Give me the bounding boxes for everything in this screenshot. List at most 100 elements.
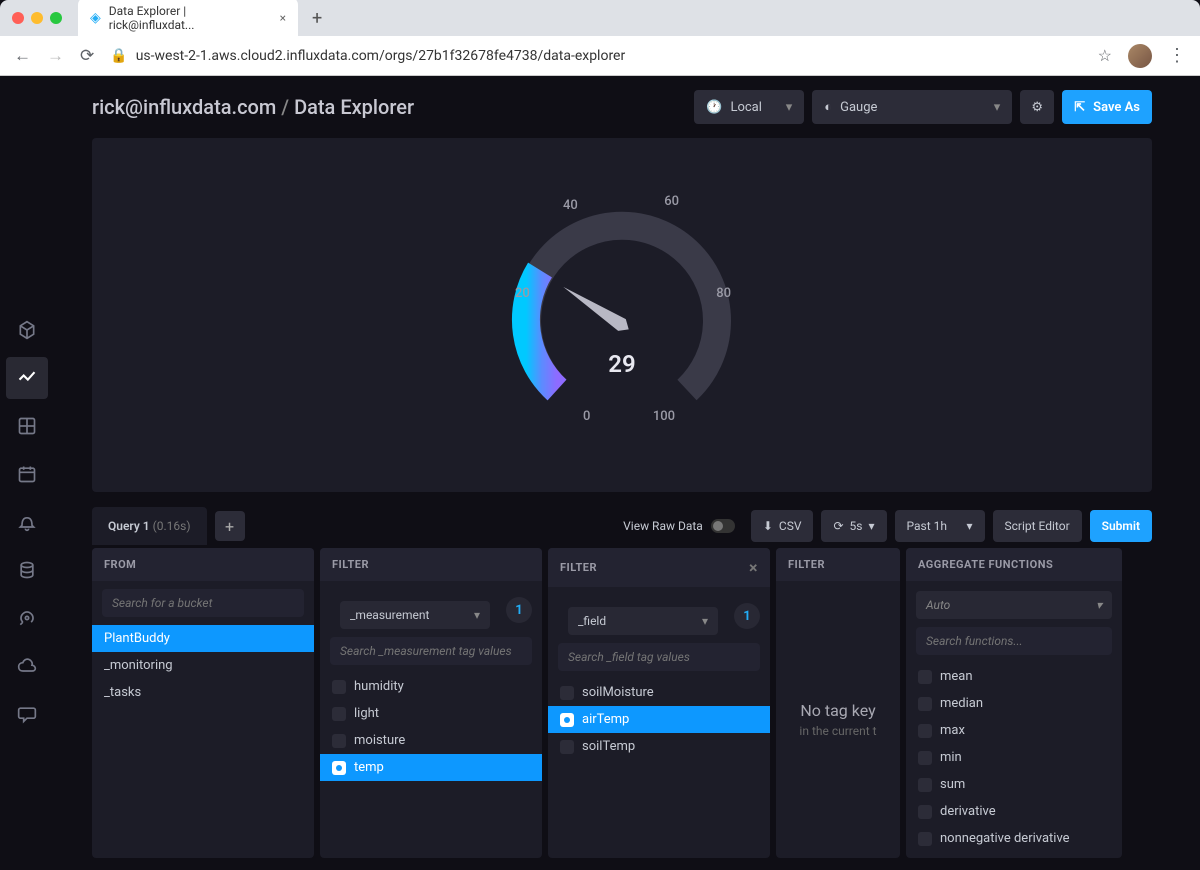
- tag-value-item[interactable]: soilTemp: [548, 733, 770, 760]
- nav-load-data-icon[interactable]: [6, 549, 48, 591]
- window-controls: [12, 12, 62, 24]
- reload-icon[interactable]: ⟳: [80, 46, 94, 66]
- query-tab[interactable]: Query 1 (0.16s): [92, 507, 207, 545]
- tag-value-list: humidity light moisture temp: [320, 671, 542, 783]
- view-raw-data-toggle[interactable]: View Raw Data: [623, 519, 735, 533]
- script-editor-button[interactable]: Script Editor: [993, 510, 1082, 542]
- function-item[interactable]: min: [906, 744, 1122, 771]
- empty-subtitle: in the current t: [799, 724, 876, 738]
- page-header: rick@influxdata.com / Data Explorer 🕐 Lo…: [92, 90, 1152, 124]
- toggle-icon: [711, 519, 735, 533]
- checkbox-icon: [918, 724, 932, 738]
- nav-settings-icon[interactable]: [6, 597, 48, 639]
- bucket-item[interactable]: _monitoring: [92, 652, 314, 679]
- tag-value-item[interactable]: humidity: [320, 673, 542, 700]
- function-item[interactable]: mean: [906, 663, 1122, 690]
- minimize-window-icon[interactable]: [31, 12, 43, 24]
- checkbox-icon: [332, 734, 346, 748]
- function-search-input[interactable]: [916, 627, 1112, 655]
- nav-home-icon[interactable]: [6, 309, 48, 351]
- viz-type-dropdown[interactable]: ◐ Gauge ▾: [812, 90, 1012, 124]
- csv-label: CSV: [779, 519, 802, 533]
- gear-icon: ⚙: [1031, 100, 1043, 115]
- browser-chrome: ◈ Data Explorer | rick@influxdat... × + …: [0, 0, 1200, 76]
- selection-count-badge: 1: [506, 597, 532, 623]
- profile-avatar[interactable]: [1128, 44, 1152, 68]
- refresh-dropdown[interactable]: ⟳ 5s ▾: [821, 510, 886, 542]
- nav-alerts-icon[interactable]: [6, 501, 48, 543]
- maximize-window-icon[interactable]: [50, 12, 62, 24]
- checkbox-icon: [918, 670, 932, 684]
- checkbox-icon: [332, 707, 346, 721]
- add-query-button[interactable]: +: [215, 511, 245, 541]
- nav-dashboards-icon[interactable]: [6, 405, 48, 447]
- selection-count-badge: 1: [734, 603, 760, 629]
- chevron-down-icon: ▾: [1096, 598, 1102, 612]
- gauge-chart: 0 20 40 60 80 100 29: [487, 180, 757, 450]
- checkbox-icon: [918, 832, 932, 846]
- visualization-panel: 0 20 40 60 80 100 29: [92, 138, 1152, 492]
- tag-key-dropdown[interactable]: _measurement ▾: [340, 601, 490, 629]
- tag-key-dropdown[interactable]: _field ▾: [568, 607, 718, 635]
- viz-type-label: Gauge: [840, 100, 877, 115]
- bucket-item[interactable]: _tasks: [92, 679, 314, 706]
- nav-feedback-icon[interactable]: [6, 693, 48, 735]
- function-item[interactable]: max: [906, 717, 1122, 744]
- tag-value-item[interactable]: light: [320, 700, 542, 727]
- tag-value-item[interactable]: temp: [320, 754, 542, 781]
- function-item[interactable]: derivative: [906, 798, 1122, 825]
- save-as-button[interactable]: ⇱ Save As: [1062, 90, 1152, 124]
- csv-button[interactable]: ⬇ CSV: [751, 510, 814, 542]
- function-list: mean median max min sum derivative nonne…: [906, 661, 1122, 854]
- refresh-label: 5s: [850, 519, 863, 533]
- gauge-tick-100: 100: [653, 409, 675, 424]
- tab-title: Data Explorer | rick@influxdat...: [109, 4, 272, 32]
- tag-value-item[interactable]: soilMoisture: [548, 679, 770, 706]
- checkbox-icon: [560, 740, 574, 754]
- script-editor-label: Script Editor: [1005, 519, 1070, 533]
- gauge-value: 29: [608, 350, 635, 378]
- refresh-icon: ⟳: [833, 519, 843, 533]
- bucket-list: PlantBuddy _monitoring _tasks: [92, 623, 314, 708]
- nav-data-explorer-icon[interactable]: [6, 357, 48, 399]
- gauge-tick-0: 0: [583, 409, 590, 424]
- tag-value-item[interactable]: moisture: [320, 727, 542, 754]
- address-bar: ← → ⟳ 🔒 us-west-2-1.aws.cloud2.influxdat…: [0, 36, 1200, 76]
- remove-filter-icon[interactable]: ×: [749, 558, 758, 577]
- close-window-icon[interactable]: [12, 12, 24, 24]
- breadcrumb-org[interactable]: rick@influxdata.com: [92, 95, 276, 119]
- bucket-item[interactable]: PlantBuddy: [92, 625, 314, 652]
- menu-icon[interactable]: ⋮: [1168, 45, 1186, 66]
- browser-tab[interactable]: ◈ Data Explorer | rick@influxdat... ×: [78, 0, 298, 39]
- bucket-search-input[interactable]: [102, 589, 304, 617]
- tag-value-item[interactable]: airTemp: [548, 706, 770, 733]
- function-item[interactable]: sum: [906, 771, 1122, 798]
- from-header: FROM: [92, 548, 314, 581]
- function-item[interactable]: median: [906, 690, 1122, 717]
- filter-header: FILTER: [320, 548, 542, 581]
- checkbox-icon: [332, 680, 346, 694]
- window-dropdown[interactable]: Auto ▾: [916, 591, 1112, 619]
- back-icon[interactable]: ←: [14, 46, 31, 66]
- url-field[interactable]: 🔒 us-west-2-1.aws.cloud2.influxdata.com/…: [110, 48, 1081, 64]
- chevron-down-icon: ▾: [702, 614, 708, 628]
- nav-cloud-icon[interactable]: [6, 645, 48, 687]
- checkbox-icon: [560, 686, 574, 700]
- export-icon: ⇱: [1074, 100, 1085, 115]
- new-tab-icon[interactable]: +: [312, 8, 322, 29]
- submit-button[interactable]: Submit: [1090, 510, 1152, 542]
- tag-value-search-input[interactable]: [558, 643, 760, 671]
- query-bar: Query 1 (0.16s) + View Raw Data ⬇ CSV ⟳ …: [92, 504, 1152, 548]
- customize-button[interactable]: ⚙: [1020, 90, 1054, 124]
- time-range-dropdown[interactable]: Past 1h ▾: [895, 510, 985, 542]
- checkbox-icon: [332, 761, 346, 775]
- query-tab-time: (0.16s): [153, 519, 191, 533]
- function-item[interactable]: nonnegative derivative: [906, 825, 1122, 852]
- tab-close-icon[interactable]: ×: [280, 11, 286, 25]
- tag-key-label: _field: [578, 614, 606, 628]
- bookmark-icon[interactable]: ☆: [1098, 46, 1112, 65]
- side-nav: [0, 76, 54, 870]
- tag-value-search-input[interactable]: [330, 637, 532, 665]
- timezone-dropdown[interactable]: 🕐 Local ▾: [694, 90, 804, 124]
- nav-tasks-icon[interactable]: [6, 453, 48, 495]
